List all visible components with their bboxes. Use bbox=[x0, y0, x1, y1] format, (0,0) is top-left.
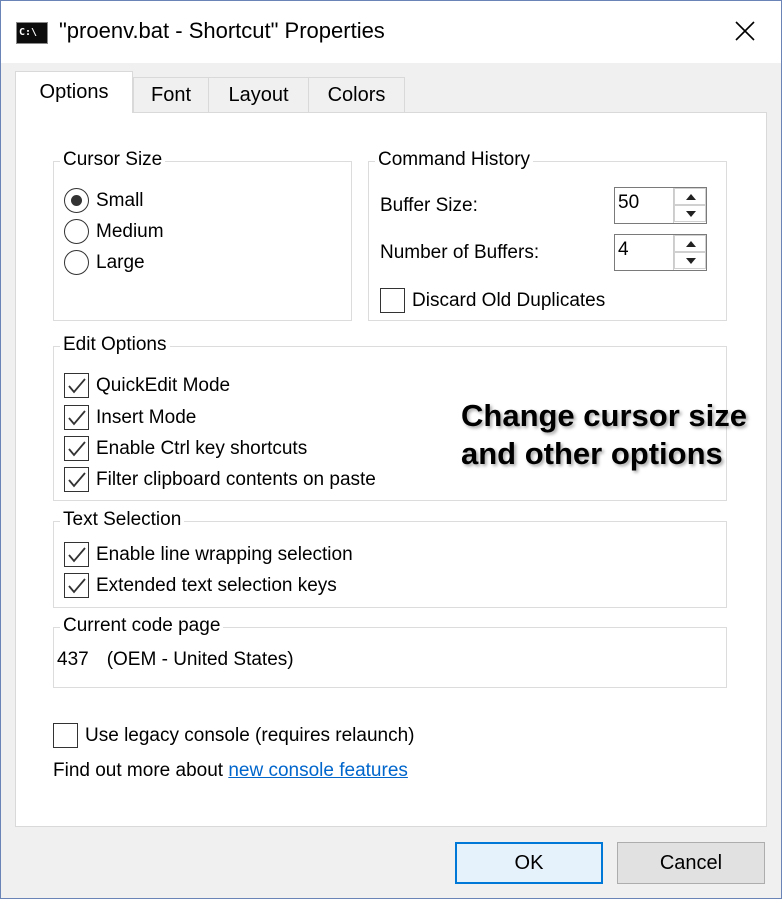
find-more-text: Find out more about new console features bbox=[53, 760, 408, 782]
discard-duplicates-checkbox[interactable]: Discard Old Duplicates bbox=[380, 288, 605, 313]
checkbox-label: Discard Old Duplicates bbox=[412, 289, 606, 311]
annotation-text: Change cursor size and other options bbox=[461, 397, 747, 473]
num-buffers-stepper[interactable]: 4 bbox=[614, 234, 707, 271]
checkbox-label: Insert Mode bbox=[96, 406, 197, 428]
stepper-buttons bbox=[673, 188, 706, 223]
tab-options[interactable]: Options bbox=[15, 71, 133, 113]
radio-small[interactable]: Small bbox=[64, 188, 144, 213]
console-icon: C:\ bbox=[16, 22, 48, 44]
checkbox-label: QuickEdit Mode bbox=[96, 374, 231, 396]
checkbox-label: Extended text selection keys bbox=[96, 574, 337, 596]
ctrl-shortcuts-checkbox[interactable]: Enable Ctrl key shortcuts bbox=[64, 436, 307, 461]
properties-dialog: C:\ "proenv.bat - Shortcut" Properties O… bbox=[0, 0, 782, 899]
filter-clipboard-checkbox[interactable]: Filter clipboard contents on paste bbox=[64, 467, 376, 492]
checkbox-label: Enable line wrapping selection bbox=[96, 543, 353, 565]
stepper-down-button[interactable] bbox=[674, 252, 706, 269]
arrow-down-icon bbox=[686, 211, 696, 217]
code-page-name: (OEM - United States) bbox=[106, 649, 294, 670]
edit-options-title: Edit Options bbox=[60, 334, 170, 356]
radio-large[interactable]: Large bbox=[64, 250, 145, 275]
checkbox[interactable] bbox=[64, 573, 89, 598]
checkbox-label: Use legacy console (requires relaunch) bbox=[85, 724, 415, 746]
new-console-features-link[interactable]: new console features bbox=[228, 760, 408, 781]
line-wrapping-checkbox[interactable]: Enable line wrapping selection bbox=[64, 542, 353, 567]
arrow-down-icon bbox=[686, 258, 696, 264]
code-page-number: 437 bbox=[57, 649, 89, 670]
extended-keys-checkbox[interactable]: Extended text selection keys bbox=[64, 573, 337, 598]
checkbox[interactable] bbox=[64, 436, 89, 461]
title-bar[interactable]: C:\ "proenv.bat - Shortcut" Properties bbox=[1, 1, 781, 63]
radio-button[interactable] bbox=[64, 219, 89, 244]
checkbox[interactable] bbox=[64, 373, 89, 398]
command-history-title: Command History bbox=[375, 149, 534, 171]
checkmark-icon bbox=[68, 441, 86, 457]
buffer-size-value[interactable]: 50 bbox=[618, 192, 639, 214]
checkbox-label: Enable Ctrl key shortcuts bbox=[96, 437, 308, 459]
stepper-up-button[interactable] bbox=[674, 188, 706, 205]
checkbox[interactable] bbox=[64, 467, 89, 492]
radio-button[interactable] bbox=[64, 250, 89, 275]
radio-label: Small bbox=[96, 189, 144, 211]
text-selection-title: Text Selection bbox=[60, 509, 185, 531]
window-title: "proenv.bat - Shortcut" Properties bbox=[59, 18, 385, 43]
buffer-size-label: Buffer Size: bbox=[380, 195, 478, 216]
radio-medium[interactable]: Medium bbox=[64, 219, 164, 244]
tab-layout[interactable]: Layout bbox=[208, 77, 309, 113]
checkmark-icon bbox=[68, 578, 86, 594]
close-icon bbox=[735, 21, 755, 41]
radio-label: Medium bbox=[96, 220, 164, 242]
checkmark-icon bbox=[68, 410, 86, 426]
annotation-line-2: and other options bbox=[461, 436, 723, 471]
find-more-prefix: Find out more about bbox=[53, 760, 229, 781]
stepper-buttons bbox=[673, 235, 706, 270]
checkbox[interactable] bbox=[380, 288, 405, 313]
stepper-up-button[interactable] bbox=[674, 235, 706, 252]
ok-button[interactable]: OK bbox=[455, 842, 603, 884]
quickedit-checkbox[interactable]: QuickEdit Mode bbox=[64, 373, 230, 398]
checkmark-icon bbox=[68, 547, 86, 563]
code-page-value: 437 (OEM - United States) bbox=[57, 649, 312, 671]
checkbox[interactable] bbox=[53, 723, 78, 748]
checkmark-icon bbox=[68, 472, 86, 488]
checkbox-label: Filter clipboard contents on paste bbox=[96, 468, 376, 490]
buffer-size-stepper[interactable]: 50 bbox=[614, 187, 707, 224]
tab-colors[interactable]: Colors bbox=[308, 77, 405, 113]
annotation-line-1: Change cursor size bbox=[461, 398, 747, 433]
legacy-console-checkbox[interactable]: Use legacy console (requires relaunch) bbox=[53, 723, 415, 748]
close-button[interactable] bbox=[723, 11, 767, 51]
code-page-title: Current code page bbox=[60, 615, 224, 637]
checkbox[interactable] bbox=[64, 405, 89, 430]
radio-label: Large bbox=[96, 251, 145, 273]
stepper-down-button[interactable] bbox=[674, 205, 706, 222]
tab-font[interactable]: Font bbox=[133, 77, 209, 113]
tab-strip: Options Font Layout Colors bbox=[15, 71, 775, 113]
checkmark-icon bbox=[68, 378, 86, 394]
arrow-up-icon bbox=[686, 241, 696, 247]
num-buffers-label: Number of Buffers: bbox=[380, 242, 540, 263]
cancel-button[interactable]: Cancel bbox=[617, 842, 765, 884]
insert-mode-checkbox[interactable]: Insert Mode bbox=[64, 405, 196, 430]
radio-button[interactable] bbox=[64, 188, 89, 213]
arrow-up-icon bbox=[686, 194, 696, 200]
cursor-size-title: Cursor Size bbox=[60, 149, 166, 171]
num-buffers-value[interactable]: 4 bbox=[618, 239, 629, 261]
checkbox[interactable] bbox=[64, 542, 89, 567]
